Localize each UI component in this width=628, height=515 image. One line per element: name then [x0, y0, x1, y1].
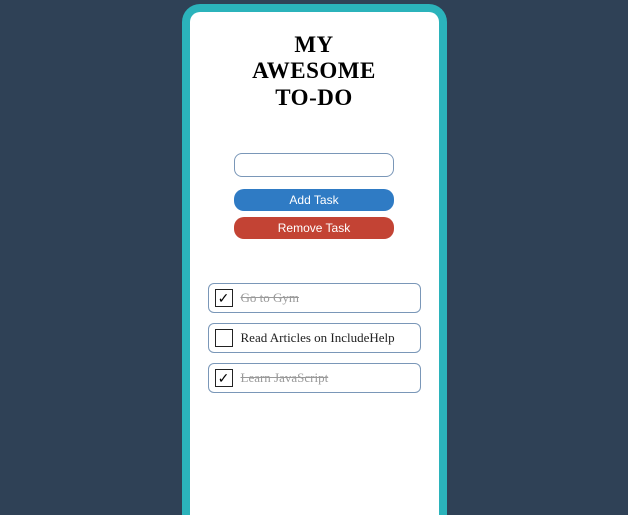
task-input[interactable]: [234, 153, 394, 177]
task-label: Learn JavaScript: [241, 370, 329, 386]
task-checkbox[interactable]: ✓: [215, 369, 233, 387]
check-icon: ✓: [218, 291, 230, 305]
task-label: Read Articles on IncludeHelp: [241, 330, 395, 346]
task-label: Go to Gym: [241, 290, 300, 306]
task-row: Read Articles on IncludeHelp: [208, 323, 421, 353]
task-checkbox[interactable]: ✓: [215, 289, 233, 307]
task-checkbox[interactable]: [215, 329, 233, 347]
check-icon: ✓: [218, 371, 230, 385]
page-title: MY AWESOME TO-DO: [252, 32, 376, 111]
title-line-2: AWESOME: [252, 58, 376, 83]
title-line-1: MY: [294, 32, 333, 57]
app-frame: MY AWESOME TO-DO Add Task Remove Task ✓ …: [182, 4, 447, 515]
title-line-3: TO-DO: [275, 85, 352, 110]
task-list: ✓ Go to Gym Read Articles on IncludeHelp…: [208, 283, 421, 393]
task-row: ✓ Learn JavaScript: [208, 363, 421, 393]
remove-task-button[interactable]: Remove Task: [234, 217, 394, 239]
task-row: ✓ Go to Gym: [208, 283, 421, 313]
add-task-button[interactable]: Add Task: [234, 189, 394, 211]
